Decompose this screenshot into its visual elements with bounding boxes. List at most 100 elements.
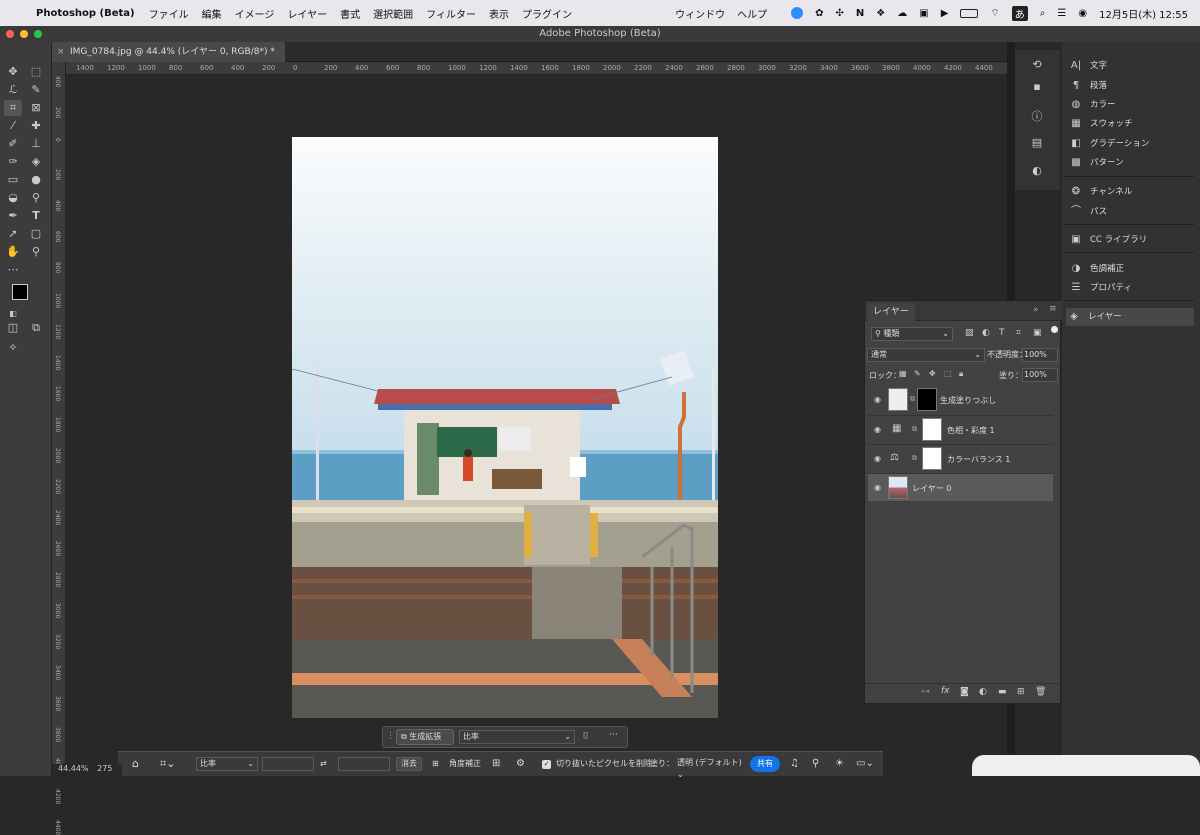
menu-view[interactable]: 表示: [489, 6, 509, 21]
layer-mask-thumbnail[interactable]: [917, 388, 937, 411]
context-ratio-select[interactable]: 比率 ⌄: [459, 730, 575, 744]
panel-type[interactable]: A| 文字: [1068, 57, 1198, 75]
trash-icon[interactable]: 🗑︎: [1035, 687, 1046, 697]
document-image[interactable]: [292, 137, 718, 718]
layer-mask-thumbnail[interactable]: [922, 418, 942, 441]
sponge-tool-icon[interactable]: ⚲: [27, 190, 45, 206]
horizontal-ruler[interactable]: 1400 1200 1000 800 600 400 200 0 200 400 600 800 100…: [66, 62, 1007, 75]
cloud-sync-icon[interactable]: ☁: [897, 8, 907, 19]
gradient-tool-icon[interactable]: ▭: [4, 172, 22, 188]
link-icon[interactable]: ⧉: [912, 454, 917, 463]
generative-expand-button[interactable]: ⧉ 生成拡張: [396, 729, 454, 745]
filter-shape-icon[interactable]: ⌗: [1016, 328, 1021, 338]
zoom-tool-icon[interactable]: ⚲: [27, 244, 45, 260]
panel-paragraph[interactable]: ¶ 段落: [1068, 77, 1198, 95]
link-icon[interactable]: ⧉: [910, 395, 915, 404]
wifi-icon[interactable]: ⌔: [990, 7, 999, 20]
document-info[interactable]: 275: [97, 764, 112, 773]
notion-icon[interactable]: N: [856, 8, 864, 19]
panel-menu-icon[interactable]: ≡: [1049, 304, 1057, 314]
filter-adjustment-icon[interactable]: ◐: [982, 328, 990, 338]
more-options-icon[interactable]: ⋯: [609, 730, 618, 740]
menu-file[interactable]: ファイル: [149, 6, 189, 21]
visibility-eye-icon[interactable]: ◉: [874, 483, 881, 492]
path-select-icon[interactable]: ➚: [4, 226, 22, 242]
minimize-window-button[interactable]: [20, 30, 28, 38]
drag-handle-icon[interactable]: ⋮: [386, 731, 395, 741]
chatgpt-icon[interactable]: ✿: [815, 8, 823, 19]
frame-tool-icon[interactable]: ⊠: [27, 100, 45, 116]
filter-pixel-icon[interactable]: ▨: [965, 328, 974, 338]
panel-gradients[interactable]: ◧ グラデーション: [1068, 135, 1198, 153]
menu-image[interactable]: イメージ: [235, 6, 275, 21]
visibility-eye-icon[interactable]: ◉: [874, 395, 881, 404]
panel-patterns[interactable]: ▩ パターン: [1068, 154, 1198, 172]
play-icon[interactable]: ▶: [941, 8, 949, 19]
lock-transparent-icon[interactable]: ▦: [899, 369, 907, 378]
fill-select[interactable]: 透明 (デフォルト) ⌄: [674, 757, 744, 779]
filter-smart-object-icon[interactable]: ▣: [1033, 328, 1042, 338]
delete-pixels-checkbox[interactable]: ✓: [542, 760, 551, 769]
link-layers-icon[interactable]: ⊶: [921, 687, 930, 697]
panel-cc-libraries[interactable]: ▣ CC ライブラリ: [1068, 231, 1198, 249]
brush-tool-icon[interactable]: ✐: [4, 136, 22, 152]
new-layer-icon[interactable]: ⊞: [1017, 687, 1025, 697]
pen-tool-icon[interactable]: ✒: [4, 208, 22, 224]
siri-icon[interactable]: ◉: [1078, 8, 1087, 19]
settings-gear-icon[interactable]: ⚙: [516, 757, 525, 771]
vertical-ruler[interactable]: 400 200 0 200 400 600 800 1000 1200 1400 1600 1800 2…: [52, 62, 66, 835]
info-icon[interactable]: ⓘ: [1029, 108, 1045, 123]
layer-row-selected[interactable]: ◉ レイヤー 0: [868, 473, 1053, 501]
dodge-tool-icon[interactable]: ◒: [4, 190, 22, 206]
crop-tool-icon[interactable]: ⌗: [4, 100, 22, 116]
lock-pixels-icon[interactable]: ✎: [914, 369, 921, 378]
panel-swatches[interactable]: ▦ スウォッチ: [1068, 115, 1198, 133]
close-tab-icon[interactable]: ×: [57, 42, 65, 62]
eyedropper-tool-icon[interactable]: ⁄: [4, 118, 22, 134]
eraser-tool-icon[interactable]: ◈: [27, 154, 45, 170]
battery-icon[interactable]: [960, 8, 979, 18]
zoom-status-icon[interactable]: [791, 7, 804, 19]
shape-tool-icon[interactable]: ▢: [27, 226, 45, 242]
overlay-grid-icon[interactable]: ⊞: [492, 757, 500, 771]
search-icon[interactable]: ⚲: [812, 757, 819, 771]
home-icon[interactable]: ⌂: [132, 757, 139, 771]
quick-select-tool-icon[interactable]: ✎: [27, 82, 45, 98]
layer-row[interactable]: ◉ ▦ ⧉ 色相・彩度 1: [868, 415, 1053, 443]
layers-tab[interactable]: レイヤー: [867, 303, 915, 321]
straighten-label[interactable]: 角度補正: [449, 757, 481, 771]
learn-icon[interactable]: ▤: [1029, 136, 1045, 150]
layer-filter-select[interactable]: ⚲ 種類 ⌄: [871, 327, 953, 341]
menu-edit[interactable]: 編集: [202, 6, 222, 21]
screen-mode-icon[interactable]: ⧉: [27, 320, 45, 336]
visibility-eye-icon[interactable]: ◉: [874, 454, 881, 463]
blur-tool-icon[interactable]: ●: [27, 172, 45, 188]
lock-all-icon[interactable]: 🔒︎: [959, 369, 963, 379]
layer-row[interactable]: ◉ ⚖ ⧉ カラーバランス 1: [868, 444, 1053, 472]
menu-layer[interactable]: レイヤー: [287, 6, 327, 21]
panel-paths[interactable]: ⌒ パス: [1068, 203, 1198, 221]
straighten-icon[interactable]: ⊞: [432, 757, 439, 771]
comments-icon[interactable]: ▪: [1029, 80, 1045, 94]
menu-help[interactable]: ヘルプ: [737, 6, 767, 21]
zoom-level[interactable]: 44.44%: [58, 764, 89, 773]
menu-plugins[interactable]: プラグイン: [522, 6, 572, 21]
fx-icon[interactable]: fx: [941, 686, 950, 696]
zoom-window-button[interactable]: [34, 30, 42, 38]
workspace-icon[interactable]: ▭⌄: [856, 757, 874, 771]
panel-color[interactable]: ◍ カラー: [1068, 96, 1198, 114]
navigator-icon[interactable]: ◐: [1029, 164, 1045, 178]
link-icon[interactable]: ⧉: [912, 425, 917, 434]
search-icon[interactable]: ⌕: [1040, 8, 1046, 19]
panel-channels[interactable]: ❂ チャンネル: [1068, 183, 1198, 201]
lock-artboard-icon[interactable]: ⬚: [944, 369, 952, 378]
visibility-eye-icon[interactable]: ◉: [874, 425, 881, 434]
more-tools-icon[interactable]: ⋯: [4, 262, 22, 278]
swap-icon[interactable]: ⇄: [320, 757, 327, 771]
filter-toggle-icon[interactable]: [1051, 326, 1058, 333]
menu-filter[interactable]: フィルター: [426, 6, 476, 21]
quick-mask-icon[interactable]: ◫: [4, 320, 22, 336]
foreground-color-swatch[interactable]: [12, 284, 28, 300]
clock[interactable]: 12月5日(木) 12:55: [1099, 6, 1188, 21]
close-window-button[interactable]: [6, 30, 14, 38]
